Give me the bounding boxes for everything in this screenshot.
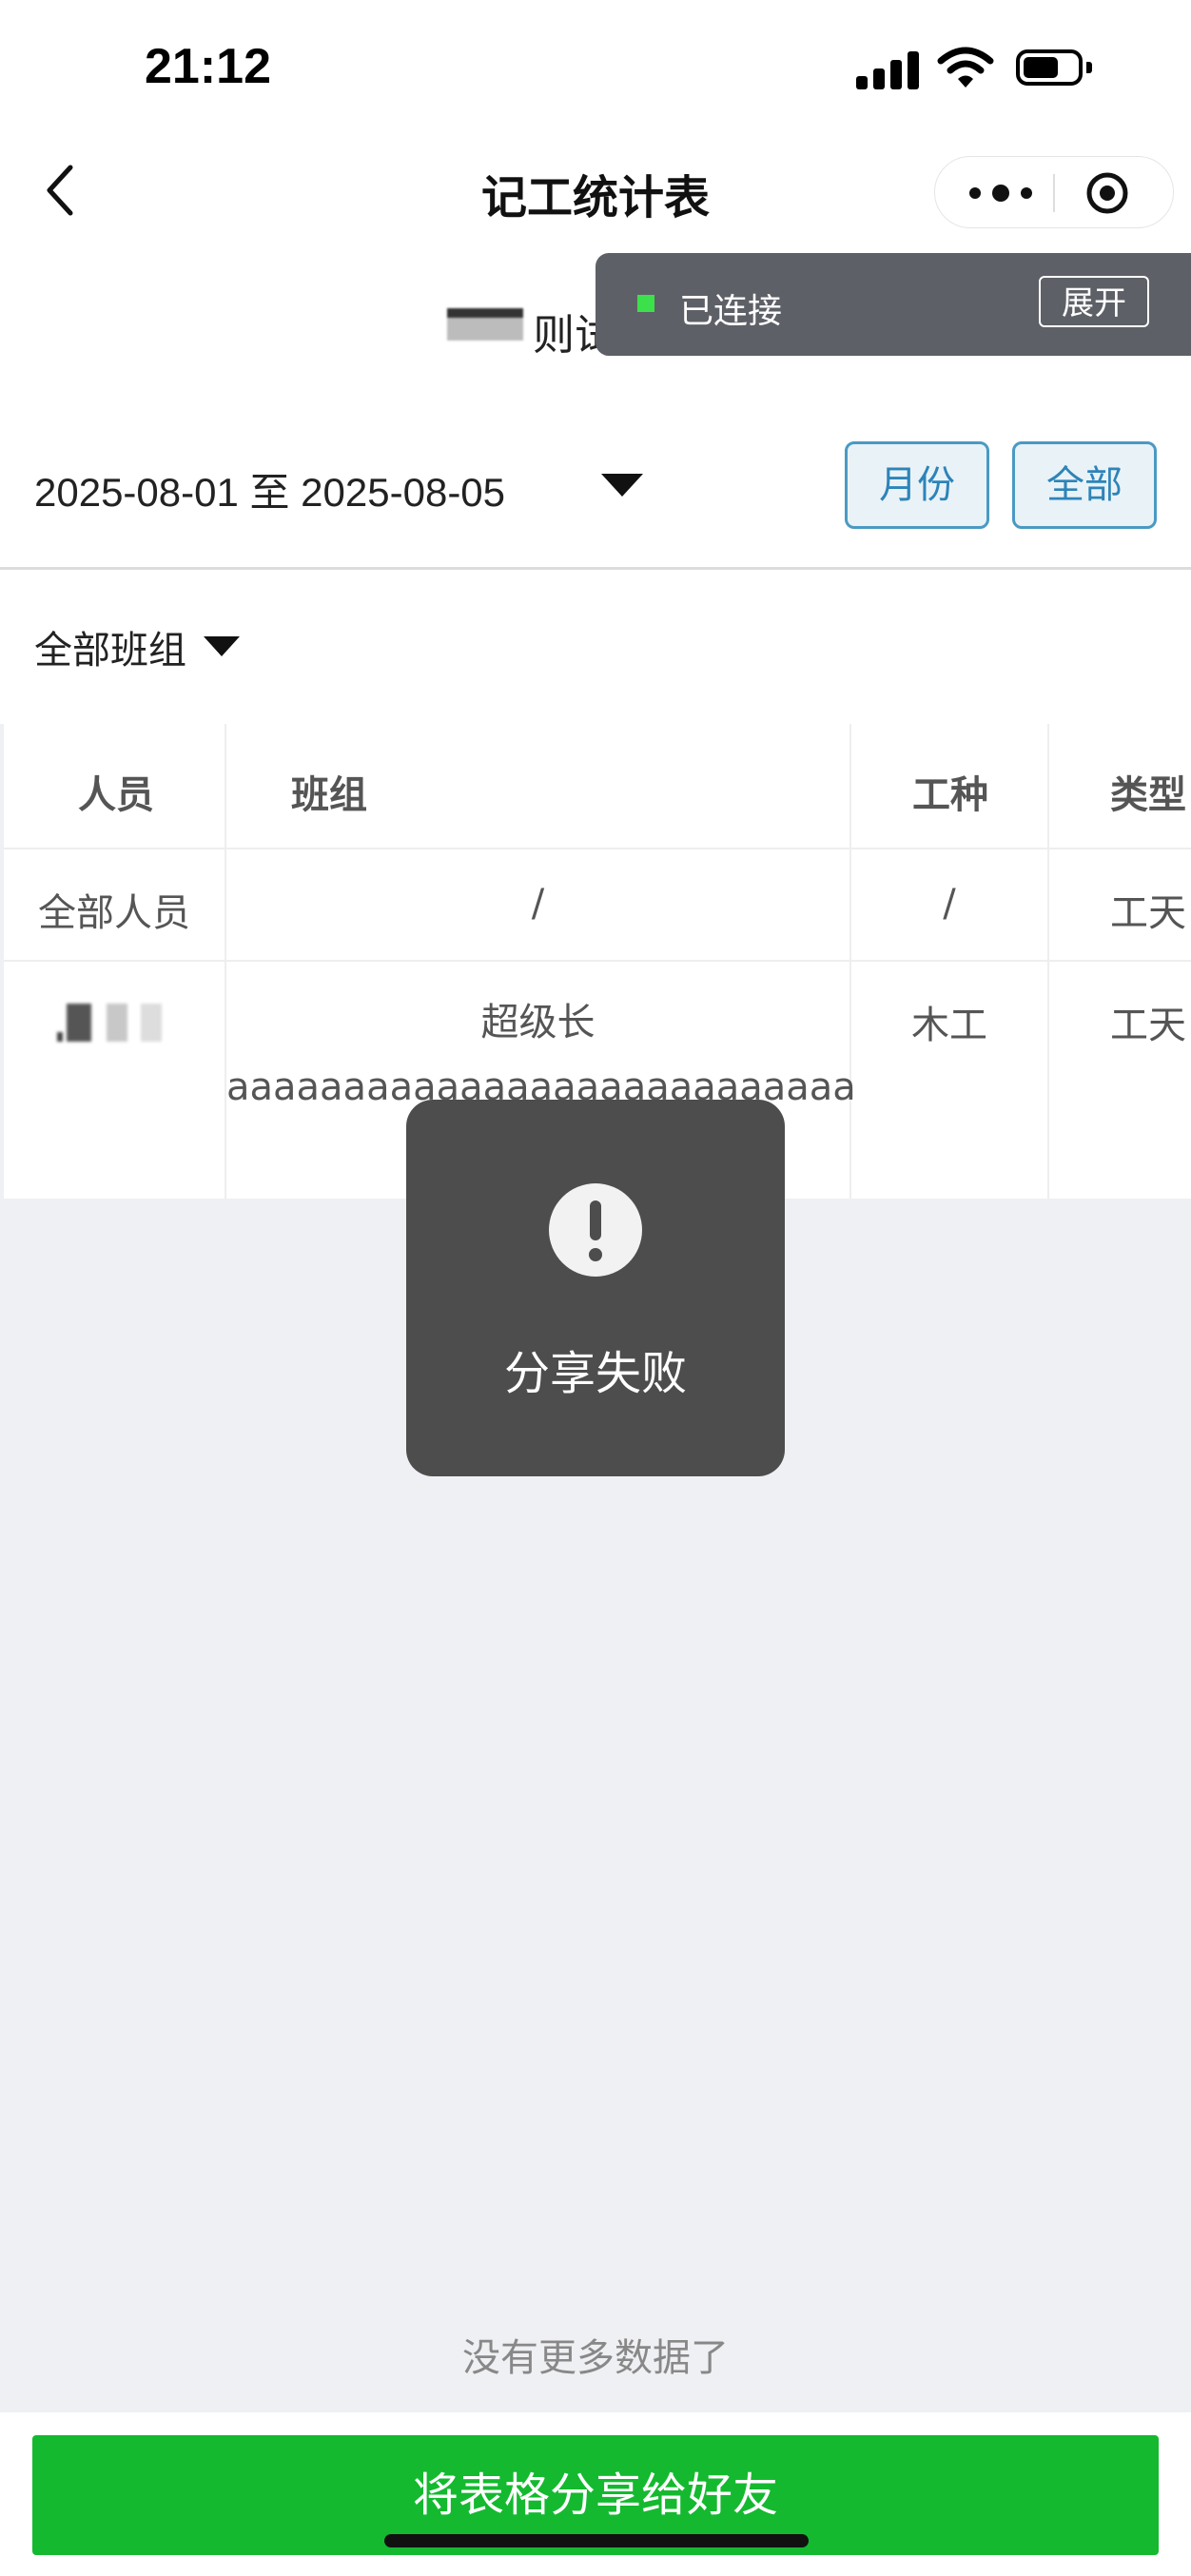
cell-team: / — [531, 882, 545, 926]
share-bar: 将表格分享给好友 — [0, 2412, 1191, 2576]
cell-type: 工天 — [1110, 1004, 1186, 1047]
redacted-name — [57, 1004, 171, 1042]
expand-button[interactable]: 展开 — [1039, 276, 1149, 327]
cellular-signal-icon — [856, 49, 921, 89]
cell-trade: 木工 — [911, 1004, 987, 1047]
battery-icon — [1016, 49, 1092, 88]
mini-program-capsule — [934, 156, 1174, 228]
team-dropdown-caret-icon[interactable] — [204, 636, 240, 656]
connection-banner: 已连接 展开 — [596, 253, 1191, 356]
close-mini-program-icon[interactable] — [1084, 170, 1130, 216]
status-bar: 21:12 — [0, 0, 1191, 133]
wifi-icon — [937, 47, 994, 88]
cell-person: 全部人员 — [38, 891, 190, 935]
home-indicator — [384, 2534, 809, 2547]
exclamation-icon — [549, 1183, 642, 1277]
table-row[interactable]: 全部人员 / / 工天 — [4, 849, 1191, 962]
date-filter-row: 2025-08-01 至 2025-08-05 月份 全部 — [0, 407, 1191, 570]
connection-status: 已连接 — [679, 292, 783, 331]
connected-status-icon — [637, 295, 654, 312]
date-dropdown-caret-icon[interactable] — [601, 474, 643, 497]
toast-message: 分享失败 — [503, 1347, 687, 1400]
header-team: 班组 — [291, 773, 367, 817]
no-more-data-text: 没有更多数据了 — [462, 2336, 729, 2380]
team-filter-row[interactable]: 全部班组 — [0, 570, 1191, 724]
header-person: 人员 — [78, 773, 154, 817]
capsule-divider — [1053, 174, 1055, 212]
error-toast: 分享失败 — [406, 1100, 785, 1476]
redacted-text — [447, 308, 523, 341]
cell-trade: / — [943, 882, 956, 926]
date-range-selector[interactable]: 2025-08-01 至 2025-08-05 — [34, 460, 505, 518]
more-options-icon[interactable] — [967, 180, 1034, 206]
status-time: 21:12 — [145, 39, 271, 94]
nav-bar: 记工统计表 — [0, 133, 1191, 251]
team-filter-label[interactable]: 全部班组 — [34, 619, 186, 674]
table-header-row: 人员 班组 工种 类型 — [4, 724, 1191, 849]
header-type: 类型 — [1110, 773, 1186, 817]
all-button[interactable]: 全部 — [1012, 441, 1157, 529]
month-button[interactable]: 月份 — [845, 441, 989, 529]
cell-type: 工天 — [1110, 891, 1186, 935]
header-trade: 工种 — [912, 773, 988, 817]
